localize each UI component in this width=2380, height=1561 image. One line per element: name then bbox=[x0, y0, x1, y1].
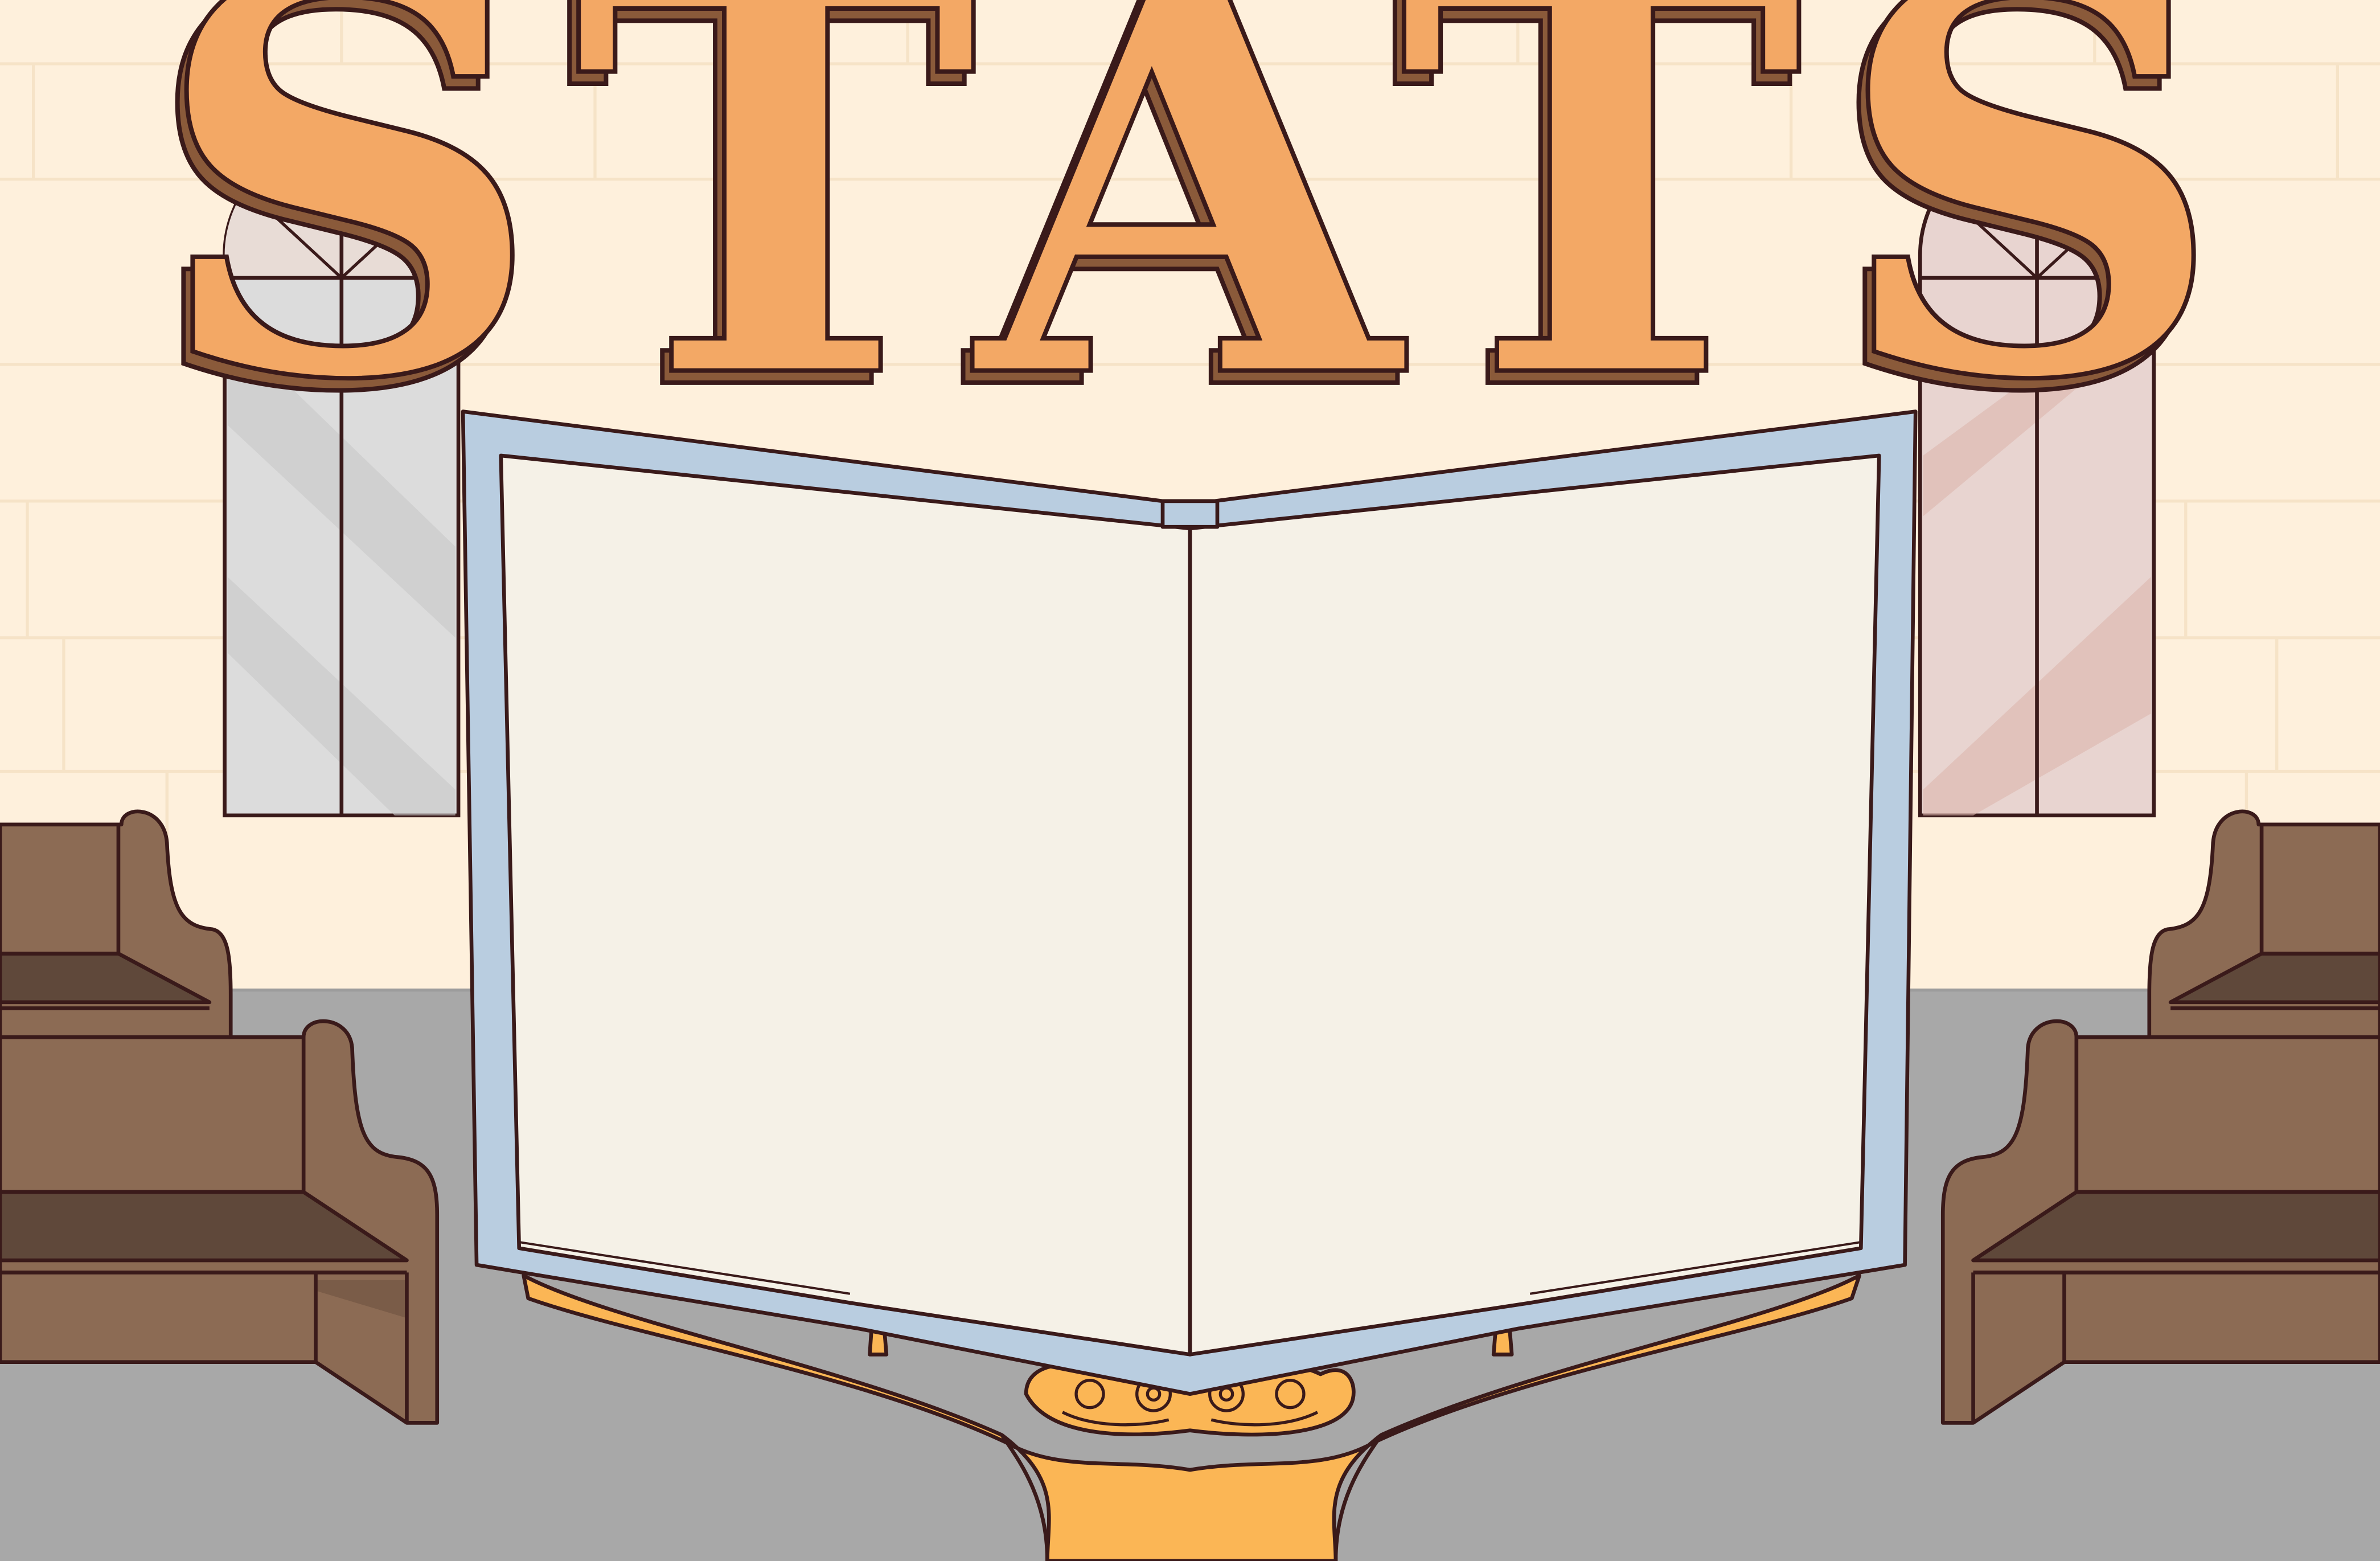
stats-title-text: STATS bbox=[150, 0, 2254, 500]
stats-scene: STATS STATS bbox=[0, 0, 2380, 1561]
left-page bbox=[499, 453, 1192, 1357]
open-book bbox=[461, 409, 1918, 1396]
stats-title: STATS STATS bbox=[139, 0, 2254, 514]
right-page bbox=[1188, 453, 1881, 1357]
